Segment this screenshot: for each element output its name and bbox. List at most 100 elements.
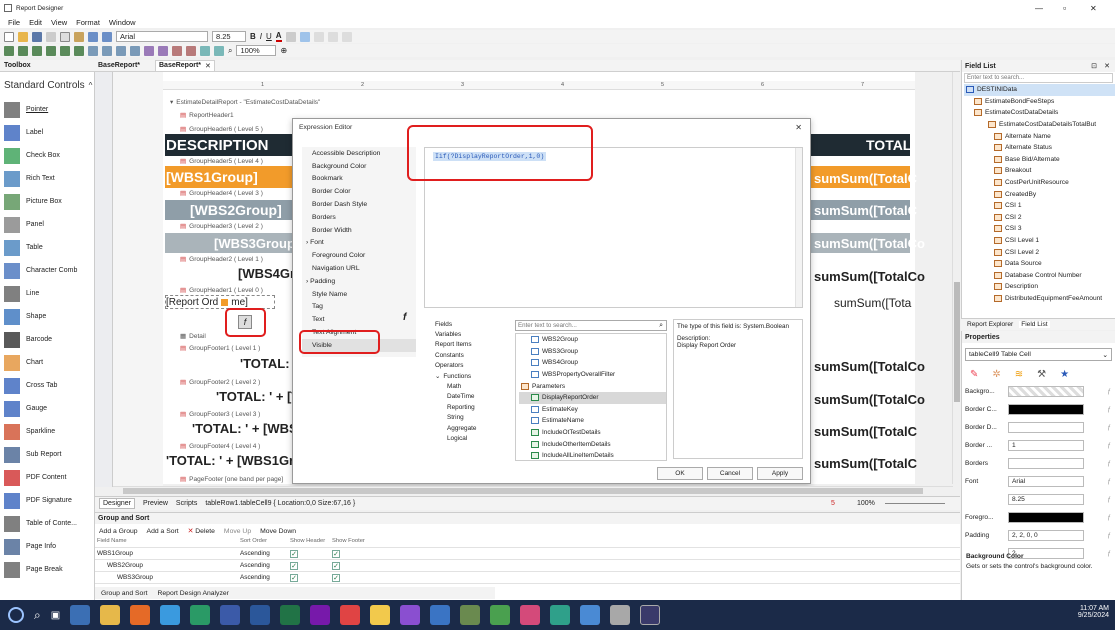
field-list-item[interactable]: Base Bid/Alternate: [964, 154, 1115, 166]
italic-button[interactable]: I: [260, 32, 262, 41]
star-icon[interactable]: ★: [1060, 369, 1069, 380]
category-item[interactable]: DateTime: [433, 392, 513, 402]
underline-button[interactable]: U: [266, 32, 272, 41]
toolbox-item-check-box[interactable]: Check Box: [0, 144, 94, 167]
field-list-item[interactable]: Alternate Name: [964, 130, 1115, 142]
toolbox-item-pointer[interactable]: Pointer: [0, 98, 94, 121]
sum-cell-5[interactable]: sumSum([Tota: [832, 294, 930, 312]
property-row[interactable]: Backgro... ƒ: [965, 382, 1115, 400]
fx-icon[interactable]: ƒ: [1107, 406, 1111, 413]
zoom-select[interactable]: 100%: [236, 45, 277, 56]
minimize-button[interactable]: —: [1035, 4, 1043, 13]
band-group-header-1[interactable]: ▤ GroupHeader1 ( Level 0 ): [180, 285, 263, 295]
band-page-footer[interactable]: ▤ PageFooter [one band per page]: [180, 474, 283, 484]
taskbar-app-icon[interactable]: [220, 605, 241, 625]
toolbox-item-picture-box[interactable]: Picture Box: [0, 190, 94, 213]
sum-cell-6[interactable]: sumSum([TotalCo: [812, 356, 925, 376]
property-value[interactable]: 2, 2, 0, 0: [1008, 529, 1084, 541]
field-item[interactable]: EstimateName: [519, 415, 666, 427]
field-list-tab[interactable]: Field List: [1019, 321, 1050, 328]
show-footer-checkbox[interactable]: ✓: [332, 573, 340, 582]
align-right-icon[interactable]: [327, 31, 338, 42]
field-item[interactable]: IncludeAllLineItemDetails: [519, 450, 666, 460]
toolbox-item-line[interactable]: Line: [0, 282, 94, 305]
gear-icon[interactable]: ✲: [992, 369, 1000, 380]
field-item[interactable]: WBS3Group: [519, 346, 666, 358]
toolbox-item-cross-tab[interactable]: Cross Tab: [0, 374, 94, 397]
property-value[interactable]: [1008, 421, 1084, 433]
toolbox-item-table[interactable]: Table: [0, 236, 94, 259]
editor-property-item[interactable]: Tag: [302, 301, 416, 314]
fx-icon[interactable]: ƒ: [1107, 478, 1111, 485]
windows-start-icon[interactable]: [8, 607, 24, 623]
taskbar-app-icon[interactable]: [370, 605, 391, 625]
editor-property-item[interactable]: Foreground Color: [302, 249, 416, 262]
editor-property-item[interactable]: › Font: [302, 237, 416, 250]
taskbar-app-icon[interactable]: [490, 605, 511, 625]
band-group-header-4[interactable]: ▤ GroupHeader4 ( Level 3 ): [180, 188, 263, 198]
expression-vscroll[interactable]: [795, 148, 802, 307]
category-item[interactable]: Report Items: [433, 340, 513, 350]
menu-edit[interactable]: Edit: [29, 18, 42, 27]
property-row[interactable]: Border C... ƒ: [965, 400, 1115, 418]
wbs1-cell[interactable]: [WBS1Group]: [166, 166, 258, 188]
copy-icon[interactable]: [60, 31, 70, 42]
component-selector[interactable]: tableCell9 Table Cell ⌄: [965, 348, 1112, 361]
same-height-icon[interactable]: [116, 45, 126, 56]
editor-property-item[interactable]: Navigation URL: [302, 262, 416, 275]
toolbox-item-character-comb[interactable]: Character Comb: [0, 259, 94, 282]
fx-icon[interactable]: ƒ: [1107, 550, 1111, 557]
align-middles-icon[interactable]: [60, 45, 70, 56]
align-left-icon[interactable]: [299, 31, 310, 42]
field-list-item[interactable]: CSI 2: [964, 212, 1115, 224]
taskbar-app-icon[interactable]: [160, 605, 181, 625]
align-center-icon[interactable]: [313, 31, 324, 42]
field-item[interactable]: EstimateKey: [519, 404, 666, 416]
group-sort-order[interactable]: Ascending: [240, 550, 290, 557]
band-report-header[interactable]: ▤ ReportHeader1: [180, 110, 234, 120]
open-icon[interactable]: [18, 31, 28, 42]
menu-file[interactable]: File: [8, 18, 20, 27]
bold-button[interactable]: B: [250, 32, 256, 41]
taskbar-app-icon[interactable]: [190, 605, 211, 625]
pin-icon[interactable]: ⊡: [1091, 62, 1097, 70]
total-footer-cell-1[interactable]: 'TOTAL: ': [240, 356, 296, 371]
group-sort-row[interactable]: WBS1Group Ascending ✓ ✓: [95, 548, 960, 560]
category-item[interactable]: Fields: [433, 319, 513, 329]
toolbox-item-chart[interactable]: Chart: [0, 351, 94, 374]
maximize-button[interactable]: ▫: [1063, 3, 1066, 13]
field-item[interactable]: WBS2Group: [519, 334, 666, 346]
show-header-checkbox[interactable]: ✓: [290, 561, 298, 570]
show-footer-checkbox[interactable]: ✓: [332, 549, 340, 558]
editor-property-item[interactable]: Border Dash Style: [302, 198, 416, 211]
total-footer-cell-4[interactable]: 'TOTAL: ' + [WBS1Gr: [166, 453, 294, 468]
field-list-item[interactable]: Database Control Number: [964, 270, 1115, 282]
band-group-header-6[interactable]: ▤ GroupHeader6 ( Level 5 ): [180, 124, 263, 134]
toolbox-item-label[interactable]: Label: [0, 121, 94, 144]
design-vscroll[interactable]: [952, 72, 961, 484]
sum-cell-9[interactable]: sumSum([TotalC: [812, 453, 917, 473]
category-item[interactable]: Math: [433, 381, 513, 391]
toolbox-item-pdf-content[interactable]: PDF Content: [0, 466, 94, 489]
same-size-icon[interactable]: [130, 45, 140, 56]
property-row[interactable]: Border D... ƒ: [965, 418, 1115, 436]
toolbox-item-shape[interactable]: Shape: [0, 305, 94, 328]
field-list-item[interactable]: CSI 3: [964, 223, 1115, 235]
field-list-item[interactable]: Breakout: [964, 165, 1115, 177]
taskbar-app-icon[interactable]: [580, 605, 601, 625]
toolbox-item-page-info[interactable]: Page Info: [0, 535, 94, 558]
total-header-cell[interactable]: TOTAL: [866, 134, 911, 156]
fx-icon[interactable]: ƒ: [1107, 442, 1111, 449]
field-list-item[interactable]: CSI Level 1: [964, 235, 1115, 247]
show-header-checkbox[interactable]: ✓: [290, 573, 298, 582]
taskbar-app-icon[interactable]: [130, 605, 151, 625]
zoom-slider[interactable]: [885, 503, 945, 504]
wbs3-cell[interactable]: [WBS3Group]: [214, 233, 299, 253]
property-value[interactable]: 1: [1008, 439, 1084, 451]
taskbar-app-icon[interactable]: [520, 605, 541, 625]
toolbox-item-page-break[interactable]: Page Break: [0, 558, 94, 581]
field-list-search[interactable]: Enter text to search...: [964, 73, 1113, 83]
cut-icon[interactable]: [46, 31, 56, 42]
dialog-close-icon[interactable]: ✕: [795, 123, 802, 132]
sum-cell-8[interactable]: sumSum([TotalC: [812, 421, 917, 441]
